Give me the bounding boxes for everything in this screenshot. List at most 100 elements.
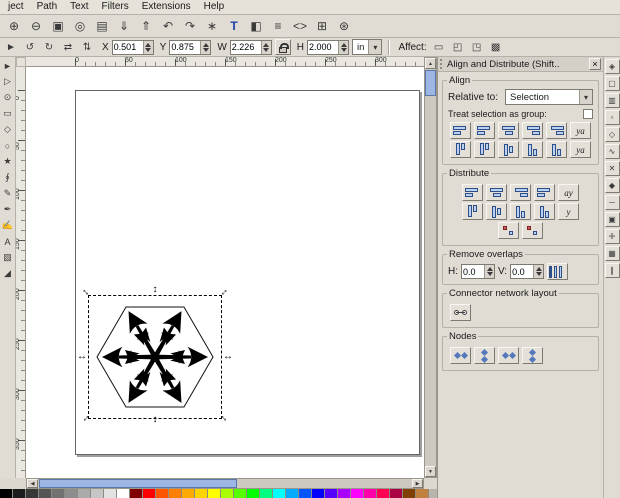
tool-selector[interactable]: ► <box>0 58 15 73</box>
menu-item[interactable]: Text <box>64 0 94 14</box>
color-swatch[interactable] <box>221 489 234 498</box>
distribute-text-anchors-vertical-button[interactable]: y <box>558 203 579 220</box>
tool-zoom[interactable]: ⊙ <box>0 90 15 105</box>
color-swatch[interactable] <box>338 489 351 498</box>
dock-titlebar[interactable]: Align and Distribute (Shift.. <box>438 57 603 72</box>
toolbar-button[interactable]: ⇄ <box>59 39 77 55</box>
distribute-text-anchors-horizontal-button[interactable]: ay <box>558 184 579 201</box>
align-right-edges-to-anchor-left-button[interactable] <box>450 122 471 139</box>
selection-handle-e[interactable] <box>222 351 234 363</box>
toolbar-button[interactable]: ⊞ <box>312 17 332 36</box>
color-swatch[interactable] <box>273 489 286 498</box>
align-nodes-vertically-button[interactable] <box>474 347 495 364</box>
color-swatch[interactable] <box>65 489 78 498</box>
spin-buttons[interactable] <box>533 265 544 278</box>
randomize-centers-button[interactable] <box>498 222 519 239</box>
menu-item[interactable]: Help <box>198 0 231 14</box>
align-bottom-edges-button[interactable] <box>522 141 543 158</box>
toolbar-button[interactable]: <> <box>290 17 310 36</box>
color-swatch[interactable] <box>117 489 130 498</box>
toolbar-button[interactable]: ⇓ <box>114 17 134 36</box>
color-swatch[interactable] <box>234 489 247 498</box>
color-swatch[interactable] <box>39 489 52 498</box>
color-swatch[interactable] <box>260 489 273 498</box>
toolbar-button[interactable]: ∗ <box>202 17 222 36</box>
align-left-edges-to-anchor-right-button[interactable] <box>546 122 567 139</box>
snap-toggle-button[interactable]: ✕ <box>604 161 620 176</box>
align-bottom-edges-to-anchor-top-button[interactable] <box>450 141 471 158</box>
selection-handle-s[interactable] <box>149 414 161 426</box>
selection-handle-n[interactable] <box>149 284 161 296</box>
toolbar-button[interactable]: ⇑ <box>136 17 156 36</box>
distribute-right-edges-button[interactable] <box>510 184 531 201</box>
h-gap-spinbox[interactable] <box>461 264 495 279</box>
toolbar-button[interactable]: ▣ <box>48 17 68 36</box>
height-input[interactable] <box>308 40 339 54</box>
color-swatch[interactable] <box>312 489 325 498</box>
v-gap-spinbox[interactable] <box>510 264 545 279</box>
color-swatch[interactable] <box>0 489 13 498</box>
tool-calligraphy[interactable]: ✍ <box>0 218 15 233</box>
color-swatch[interactable] <box>390 489 403 498</box>
color-swatch[interactable] <box>104 489 117 498</box>
tool-gradient[interactable]: ▧ <box>0 250 15 265</box>
spin-buttons[interactable] <box>142 40 153 54</box>
scroll-right-icon[interactable] <box>412 479 423 488</box>
color-swatch[interactable] <box>195 489 208 498</box>
snap-toggle-button[interactable]: ▢ <box>604 76 620 91</box>
toolbar-button[interactable]: ⊕ <box>4 17 24 36</box>
scroll-down-icon[interactable] <box>425 466 436 477</box>
color-swatch[interactable] <box>143 489 156 498</box>
relative-to-select[interactable]: Selection <box>505 89 593 105</box>
toggle-button[interactable]: ◰ <box>449 39 467 55</box>
menu-item[interactable]: ject <box>2 0 30 14</box>
distribute-nodes-horizontally-button[interactable] <box>498 347 519 364</box>
color-swatch[interactable] <box>91 489 104 498</box>
toolbar-button[interactable]: ↶ <box>158 17 178 36</box>
distribute-centers-horizontally-button[interactable] <box>486 184 507 201</box>
snap-toggle-button[interactable]: ─ <box>604 195 620 210</box>
close-icon[interactable] <box>589 58 601 70</box>
arrange-connector-network-button[interactable] <box>450 304 471 321</box>
distribute-left-edges-button[interactable] <box>462 184 483 201</box>
color-swatch[interactable] <box>78 489 91 498</box>
tool-rectangle[interactable]: ▭ <box>0 106 15 121</box>
color-swatch[interactable] <box>299 489 312 498</box>
selection-handle-w[interactable] <box>76 351 88 363</box>
spin-buttons[interactable] <box>338 40 349 54</box>
color-swatch[interactable] <box>13 489 26 498</box>
ruler-vertical[interactable]: 0 50 100 150 200 250 300 350 <box>16 67 26 478</box>
treat-as-group-checkbox[interactable] <box>583 109 593 119</box>
snap-toggle-button[interactable]: ◇ <box>604 127 620 142</box>
align-right-edges-button[interactable] <box>522 122 543 139</box>
make-horizontal-gaps-equal-button[interactable] <box>534 184 555 201</box>
color-swatch[interactable] <box>156 489 169 498</box>
toolbar-button[interactable]: ► <box>2 39 20 55</box>
snap-toggle-button[interactable]: ▦ <box>604 246 620 261</box>
tool-star[interactable]: ★ <box>0 154 15 169</box>
tool-text[interactable]: A <box>0 234 15 249</box>
align-left-edges-button[interactable] <box>474 122 495 139</box>
make-vertical-gaps-equal-button[interactable] <box>534 203 555 220</box>
spin-buttons[interactable] <box>200 40 211 54</box>
vertical-scrollbar-thumb[interactable] <box>425 70 436 96</box>
color-swatch[interactable] <box>286 489 299 498</box>
color-swatch[interactable] <box>182 489 195 498</box>
remove-overlaps-button[interactable] <box>547 263 569 280</box>
toolbar-button[interactable]: ≡ <box>268 17 288 36</box>
vertical-scrollbar[interactable] <box>424 57 437 478</box>
distribute-top-edges-button[interactable] <box>462 203 483 220</box>
toolbar-button[interactable]: ◧ <box>246 17 266 36</box>
color-swatch[interactable] <box>416 489 429 498</box>
snap-toggle-button[interactable]: ▫ <box>604 110 620 125</box>
snap-toggle-button[interactable]: ∥ <box>604 263 620 278</box>
toolbar-button[interactable]: ⇅ <box>78 39 96 55</box>
tool-node-editor[interactable]: ▷ <box>0 74 15 89</box>
canvas[interactable] <box>26 67 424 478</box>
menu-item[interactable]: Extensions <box>136 0 197 14</box>
color-swatch[interactable] <box>247 489 260 498</box>
scroll-left-icon[interactable] <box>27 479 38 488</box>
distribute-bottom-edges-button[interactable] <box>510 203 531 220</box>
align-top-edges-to-anchor-bottom-button[interactable] <box>546 141 567 158</box>
tool-3dbox[interactable]: ◇ <box>0 122 15 137</box>
